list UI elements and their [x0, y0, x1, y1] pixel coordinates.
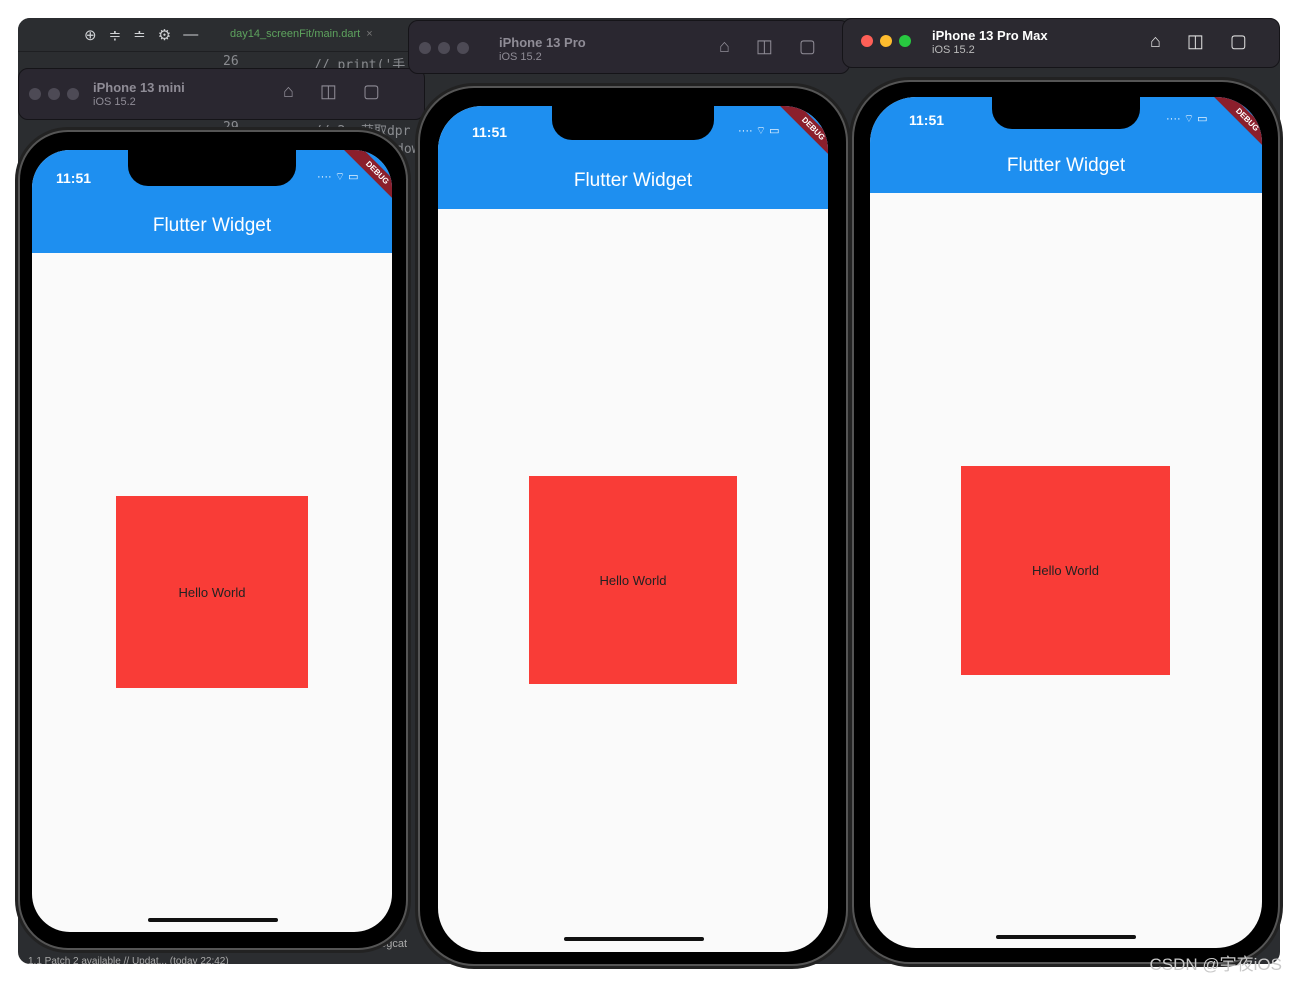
- screen: 11:51 ···· ⌔ ▭ Flutter Widget DEBUG Hell…: [870, 97, 1262, 948]
- wifi-battery-icon: ···· ⌔ ▭: [738, 125, 780, 137]
- simulator-titlebar-promax[interactable]: iPhone 13 Pro Max iOS 15.2 ⌂ ◫ ▢: [842, 18, 1280, 68]
- clock: 11:51: [56, 170, 92, 186]
- hello-world-box: Hello World: [961, 466, 1170, 675]
- screenshot-icon[interactable]: ◫: [1187, 31, 1204, 52]
- hello-world-box: Hello World: [529, 476, 737, 684]
- device-name: iPhone 13 Pro: [499, 35, 586, 50]
- box-text: Hello World: [1032, 563, 1099, 578]
- app-title: Flutter Widget: [152, 215, 272, 236]
- home-indicator[interactable]: [996, 935, 1136, 939]
- iphone-13-pro-max: 11:51 ···· ⌔ ▭ Flutter Widget DEBUG Hell…: [852, 80, 1280, 964]
- home-icon[interactable]: ⌂: [1150, 31, 1161, 52]
- minimize-icon[interactable]: —: [183, 26, 198, 44]
- box-text: Hello World: [599, 572, 667, 588]
- os-version: iOS 15.2: [932, 44, 975, 56]
- iphone-13-mini: 11:51 ···· ⌔ ▭ Flutter Widget DEBUG Hell…: [18, 130, 408, 950]
- gear-icon[interactable]: ⚙: [158, 26, 171, 44]
- rotate-icon[interactable]: ▢: [1230, 31, 1247, 52]
- screen: 11:51 ···· ⌔ ▭ Flutter Widget DEBUG Hell…: [32, 150, 392, 932]
- rotate-icon[interactable]: ▢: [799, 36, 816, 57]
- expand-all-icon[interactable]: ≑: [109, 26, 122, 44]
- hello-world-box: Hello World: [116, 496, 308, 688]
- rotate-icon[interactable]: ▢: [363, 81, 380, 102]
- debug-banner: DEBUG: [1210, 97, 1262, 157]
- home-icon[interactable]: ⌂: [283, 81, 294, 102]
- device-name: iPhone 13 mini: [93, 80, 185, 95]
- status-text: 1.1 Patch 2 available // Updat... (today…: [28, 956, 229, 964]
- target-icon[interactable]: ⊕: [84, 26, 97, 44]
- screenshot-icon[interactable]: ◫: [320, 81, 337, 102]
- line-number: 26: [223, 54, 239, 69]
- os-version: iOS 15.2: [499, 51, 542, 63]
- device-name: iPhone 13 Pro Max: [932, 28, 1048, 43]
- clock: 11:51: [472, 124, 508, 140]
- watermark: CSDN @宇夜iOS: [1149, 955, 1283, 974]
- box-text: Hello World: [178, 584, 246, 600]
- iphone-13-pro: 11:51 ···· ⌔ ▭ Flutter Widget DEBUG Hell…: [418, 86, 848, 966]
- app-title: Flutter Widget: [573, 170, 693, 191]
- home-indicator[interactable]: [564, 937, 704, 941]
- wifi-battery-icon: ···· ⌔ ▭: [1166, 113, 1208, 125]
- editor-tab[interactable]: day14_screenFit/main.dart ×: [230, 28, 373, 40]
- close-icon[interactable]: ×: [366, 28, 372, 40]
- clock: 11:51: [909, 112, 945, 128]
- debug-banner: DEBUG: [776, 106, 828, 166]
- home-icon[interactable]: ⌂: [719, 36, 730, 57]
- screenshot-icon[interactable]: ◫: [756, 36, 773, 57]
- wifi-battery-icon: ···· ⌔ ▭: [317, 171, 359, 183]
- app-title: Flutter Widget: [1006, 155, 1126, 176]
- home-indicator[interactable]: [148, 918, 278, 922]
- notch: [992, 97, 1140, 129]
- os-version: iOS 15.2: [93, 96, 136, 108]
- notch: [552, 106, 714, 140]
- collapse-all-icon[interactable]: ≐: [133, 26, 146, 44]
- screen: 11:51 ···· ⌔ ▭ Flutter Widget DEBUG Hell…: [438, 106, 828, 952]
- notch: [128, 150, 296, 186]
- simulator-titlebar-pro[interactable]: iPhone 13 Pro iOS 15.2 ⌂ ◫ ▢: [408, 20, 850, 74]
- simulator-titlebar-mini[interactable]: iPhone 13 mini iOS 15.2 ⌂ ◫ ▢: [18, 68, 425, 120]
